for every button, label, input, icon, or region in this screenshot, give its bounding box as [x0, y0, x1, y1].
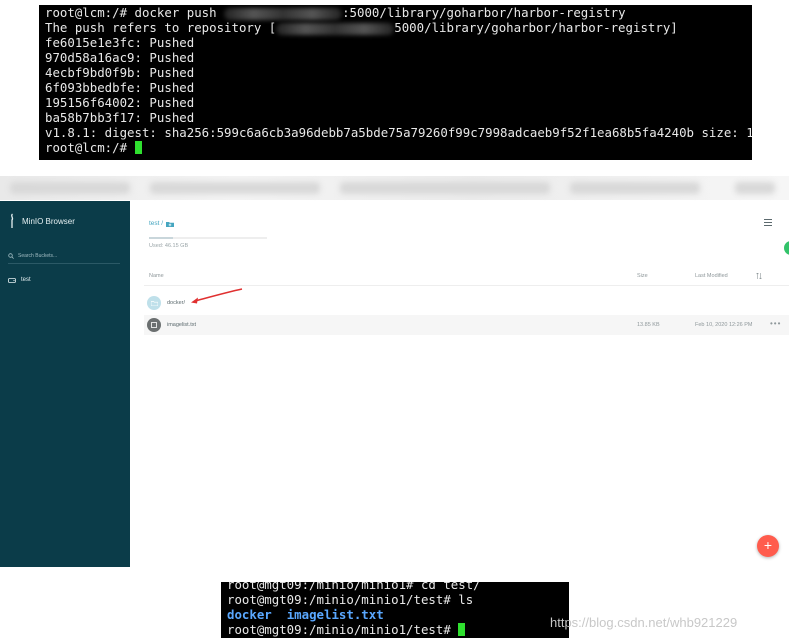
brand-name: MinIO Browser [22, 216, 75, 226]
blurred-window-controls [735, 182, 775, 194]
layer-line: 970d58a16ac9: Pushed [45, 50, 195, 65]
terminal-line: The push refers to repository [ 5000/libr… [45, 20, 752, 35]
refers-prefix: The push refers to repository [ [45, 20, 277, 35]
add-folder-icon[interactable] [166, 221, 175, 227]
push-target: :5000/library/goharbor/harbor-registry [342, 5, 626, 20]
layer-line: ba58b7bb3f17: Pushed [45, 110, 195, 125]
refers-suffix: 5000/library/goharbor/harbor-registry] [394, 20, 678, 35]
header-divider [144, 285, 789, 286]
hdd-icon [8, 277, 16, 283]
object-browser: test / Used: 46.15 GB Name Size Last Mod… [130, 201, 789, 567]
blurred-tab [150, 182, 320, 194]
annotation-arrow-icon [191, 288, 243, 304]
breadcrumb-bucket[interactable]: test / [149, 220, 163, 227]
terminal-line: root@mgt09:/minio/minio1# cd test/ [227, 582, 481, 592]
watermark-url: https://blog.csdn.net/whb921229 [550, 615, 738, 630]
usage-bar [149, 237, 267, 239]
object-name[interactable]: docker/ [167, 300, 185, 306]
add-fab-button[interactable]: + [757, 535, 779, 557]
layer-line: 195156f64002: Pushed [45, 95, 195, 110]
terminal-line: root@lcm:/# [45, 140, 752, 155]
terminal-line: root@mgt09:/minio/minio1/test# ls [227, 592, 474, 607]
object-modified: Feb 10, 2020 12:26 PM [695, 322, 753, 328]
digest-line: v1.8.1: digest: sha256:599c6a6cb3a96debb… [45, 125, 752, 140]
layer-line: 6f093bbedbfe: Pushed [45, 80, 195, 95]
redacted-host [276, 22, 395, 35]
file-text-icon [147, 318, 161, 332]
terminal-top[interactable]: root@lcm:/# docker push :5000/library/go… [39, 5, 752, 160]
menu-icon[interactable] [764, 219, 772, 226]
prompt: root@lcm:/# [45, 140, 128, 155]
cursor [458, 623, 466, 636]
blurred-tab [340, 182, 550, 194]
layer-line: 4ecbf9bd0f9b: Pushed [45, 65, 195, 80]
search-icon [8, 253, 14, 259]
prompt: root@mgt09:/minio/minio1/test# [227, 622, 451, 637]
logo: MinIO Browser [9, 213, 75, 229]
breadcrumb: test / [149, 220, 175, 227]
blurred-tab [10, 182, 130, 194]
sidebar-item-bucket[interactable]: test [8, 277, 31, 283]
object-name[interactable]: imagelist.txt [167, 322, 196, 328]
usage-text: Used: 46.15 GB [149, 243, 189, 249]
ls-directory: docker [227, 607, 272, 622]
object-size: 13.85 KB [637, 322, 660, 328]
push-command: docker push [134, 5, 217, 20]
terminal-line: root@mgt09:/minio/minio1/test# [227, 622, 569, 637]
ls-output: docker imagelist.txt [227, 607, 569, 622]
usage-fill [149, 237, 173, 239]
bucket-name: test [21, 277, 31, 283]
terminal-bottom[interactable]: root@mgt09:/minio/minio1# cd test/ root@… [221, 582, 569, 638]
layer-line: fe6015e1e3fc: Pushed [45, 35, 195, 50]
blurred-tab [570, 182, 700, 194]
prompt: root@lcm:/# [45, 5, 128, 20]
terminal-line: root@lcm:/# docker push :5000/library/go… [45, 5, 752, 20]
bucket-search[interactable] [8, 249, 120, 264]
ls-file: imagelist.txt [286, 607, 384, 622]
redacted-host [224, 7, 343, 20]
search-input[interactable] [18, 253, 114, 259]
minio-logo-icon [11, 213, 14, 228]
object-row-file[interactable]: imagelist.txt 13.85 KB Feb 10, 2020 12:2… [144, 315, 789, 335]
folder-icon [147, 296, 161, 310]
browser-tab-strip [0, 176, 789, 200]
more-actions-icon[interactable]: ••• [770, 319, 781, 328]
column-header-size[interactable]: Size [637, 273, 648, 279]
column-header-modified[interactable]: Last Modified [695, 273, 728, 279]
cursor [134, 141, 142, 154]
sort-icon[interactable] [756, 273, 762, 279]
status-indicator[interactable] [784, 241, 789, 255]
column-header-name[interactable]: Name [149, 273, 164, 279]
sidebar: MinIO Browser test [0, 201, 130, 567]
